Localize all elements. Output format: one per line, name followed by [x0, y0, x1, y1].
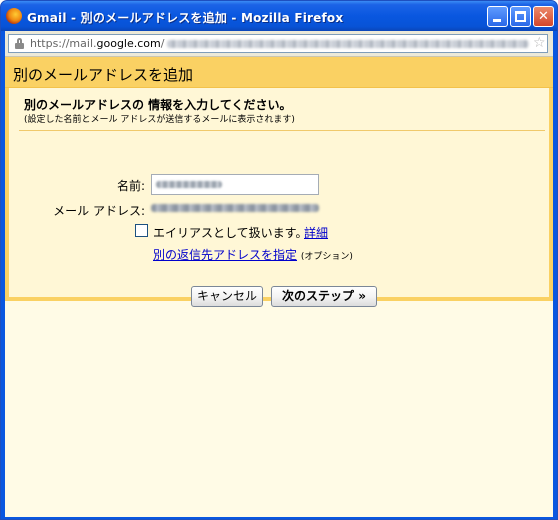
url-field[interactable]: https://mail.google.com/ ☆	[8, 34, 548, 53]
dialog-title: 別のメールアドレスを追加	[13, 66, 194, 84]
cancel-button[interactable]: キャンセル	[191, 286, 263, 307]
url-path-redacted	[167, 40, 529, 48]
alias-checkbox-label[interactable]: エイリアスとして扱います。	[153, 224, 307, 241]
reply-to-row: 別の返信先アドレスを指定 (オプション)	[153, 246, 353, 263]
close-button[interactable]: ✕	[533, 6, 554, 27]
minimize-icon	[493, 19, 501, 22]
close-icon: ✕	[538, 9, 549, 24]
lock-icon	[15, 38, 24, 49]
url-text: https://mail.google.com/	[30, 37, 165, 50]
maximize-icon	[515, 11, 526, 22]
maximize-button[interactable]	[510, 6, 531, 27]
name-input[interactable]	[151, 174, 319, 195]
firefox-icon	[6, 8, 22, 24]
title-bar[interactable]: Gmail - 別のメールアドレスを追加 - Mozilla Firefox ✕	[1, 1, 557, 31]
email-value-redacted	[151, 204, 319, 212]
dialog-panel: 別のメールアドレスの 情報を入力してください。 (設定した名前とメール アドレス…	[5, 88, 553, 307]
alias-checkbox[interactable]	[135, 224, 148, 237]
instruction-note: (設定した名前とメール アドレスが送信するメールに表示されます)	[24, 115, 295, 125]
instruction-text: 別のメールアドレスの 情報を入力してください。	[24, 98, 292, 112]
divider	[19, 130, 545, 131]
name-label: 名前:	[116, 179, 145, 193]
minimize-button[interactable]	[487, 6, 508, 27]
reply-to-link[interactable]: 別の返信先アドレスを指定	[153, 248, 297, 262]
address-bar: https://mail.google.com/ ☆	[5, 31, 553, 57]
next-step-button[interactable]: 次のステップ »	[271, 286, 377, 307]
browser-content: https://mail.google.com/ ☆ 別のメールアドレスを追加 …	[5, 31, 553, 517]
browser-window: Gmail - 別のメールアドレスを追加 - Mozilla Firefox ✕…	[0, 0, 558, 520]
email-label: メール アドレス:	[53, 204, 145, 218]
window-title: Gmail - 別のメールアドレスを追加 - Mozilla Firefox	[27, 11, 344, 25]
bookmark-star-icon[interactable]: ☆	[533, 35, 546, 51]
dialog-header: 別のメールアドレスを追加	[5, 57, 553, 88]
name-value-redacted	[156, 181, 222, 188]
optional-note: (オプション)	[300, 252, 353, 262]
details-link[interactable]: 詳細	[304, 224, 328, 241]
